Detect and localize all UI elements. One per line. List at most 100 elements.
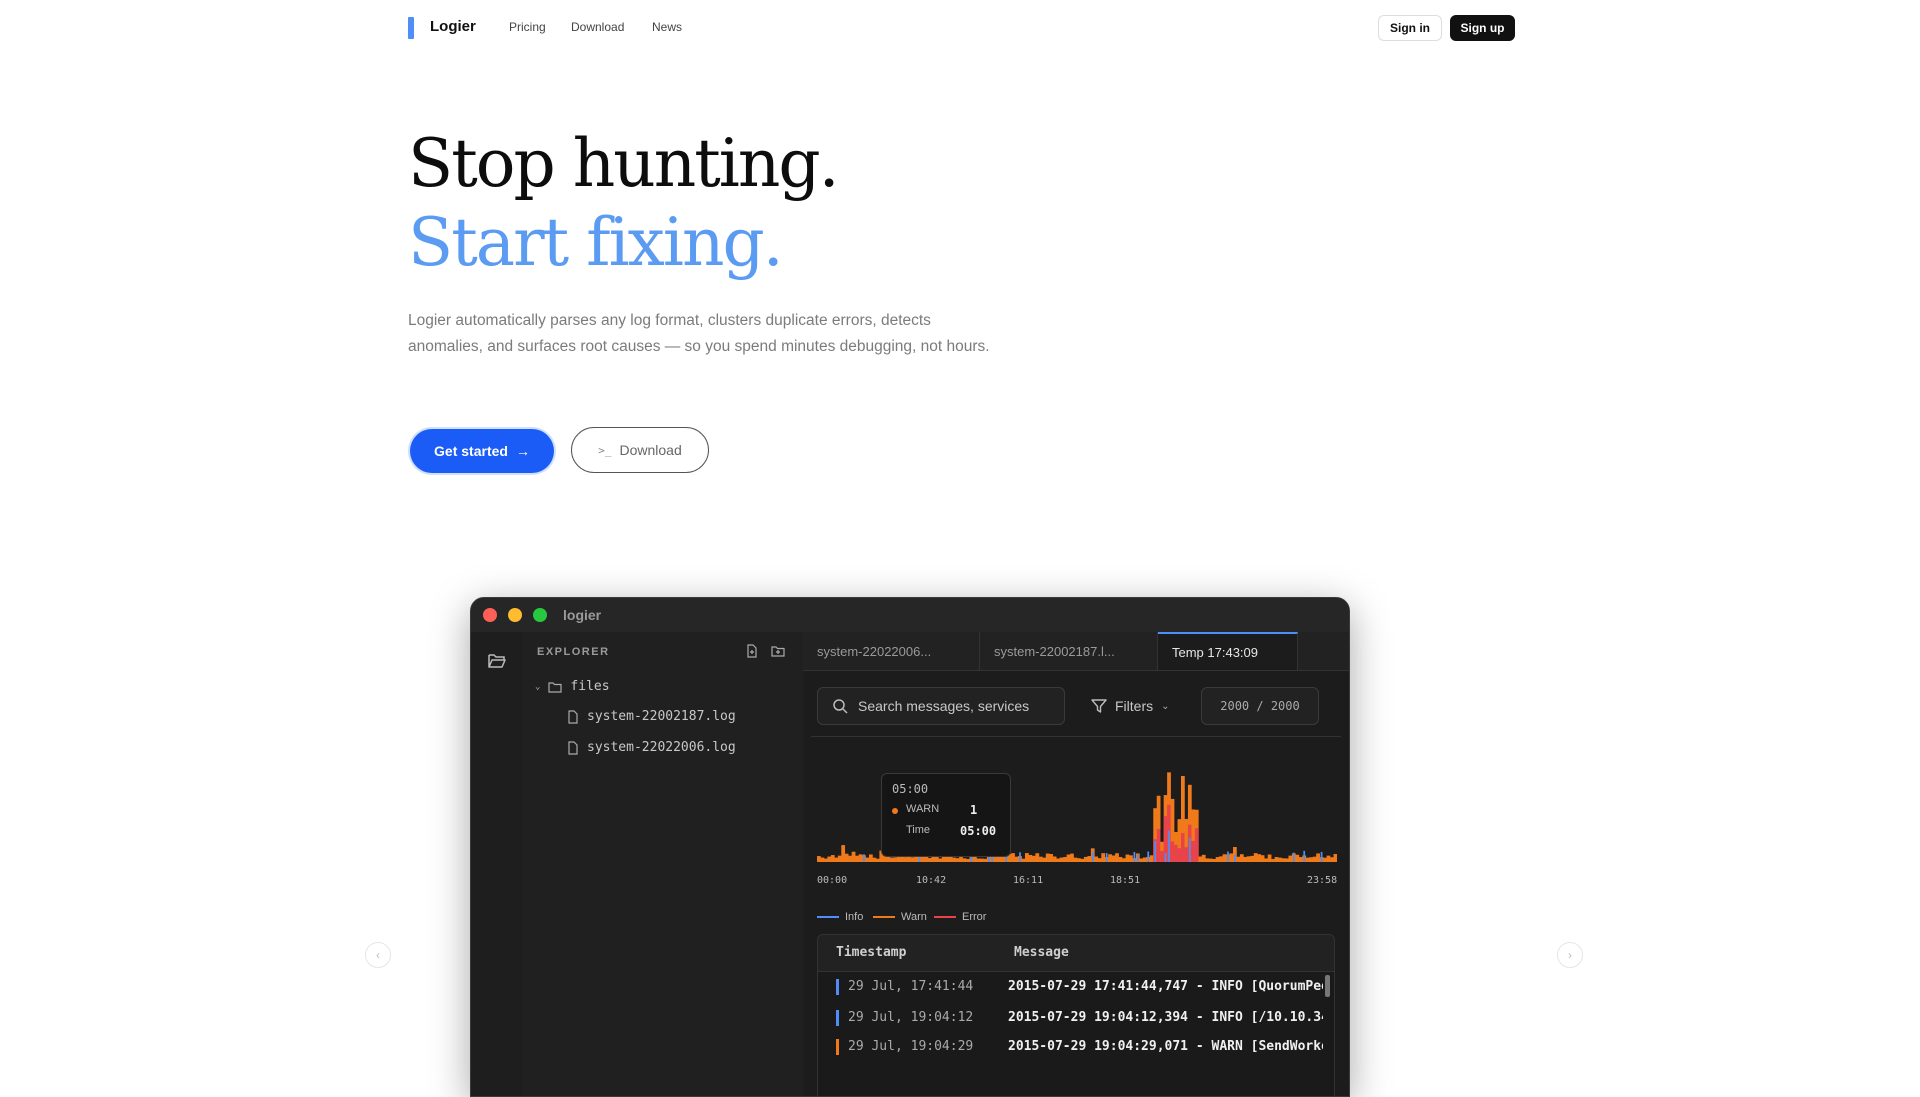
folder-open-icon[interactable] xyxy=(487,652,507,670)
tree-file-item[interactable]: system-22002187.log xyxy=(567,709,736,724)
row-message: 2015-07-29 19:04:12,394 - INFO [/10.10.3… xyxy=(1008,1010,1323,1025)
column-header-message[interactable]: Message xyxy=(1014,945,1069,960)
chart-bar-warn xyxy=(1066,854,1071,862)
chart-bar-error xyxy=(1174,844,1178,862)
folder-label: files xyxy=(570,679,610,694)
tooltip-warn-dot xyxy=(892,808,898,814)
chart-bar-warn xyxy=(1118,856,1123,862)
chart-bar-warn xyxy=(1031,855,1036,862)
main-panel: system-22022006... system-22002187.l... … xyxy=(803,632,1349,1096)
chart-bar-warn xyxy=(1243,856,1248,862)
download-button[interactable]: >_ Download xyxy=(571,427,709,473)
sign-in-button[interactable]: Sign in xyxy=(1378,15,1442,41)
chart-bar-warn xyxy=(1080,858,1085,862)
terminal-icon: >_ xyxy=(598,443,612,457)
chart-bar-warn xyxy=(1278,857,1282,862)
new-file-icon[interactable] xyxy=(745,644,759,658)
search-input[interactable]: Search messages, services xyxy=(817,687,1065,725)
chart-bar-warn xyxy=(1264,858,1268,862)
tooltip-time-header: 05:00 xyxy=(892,782,929,796)
chart-bar-warn xyxy=(910,857,915,862)
chart-bar-warn xyxy=(1035,853,1040,862)
carousel-next-button[interactable]: › xyxy=(1557,942,1583,968)
tab-system-22002187[interactable]: system-22002187.l... xyxy=(980,632,1158,670)
x-tick-label: 18:51 xyxy=(1110,875,1141,886)
chart-bar-error xyxy=(1181,833,1185,862)
chart-bar-info xyxy=(1105,853,1108,862)
maximize-window-icon[interactable] xyxy=(533,608,547,622)
table-scrollbar[interactable] xyxy=(1325,975,1330,997)
nav-link-pricing[interactable]: Pricing xyxy=(509,20,546,34)
chart-bar-warn xyxy=(820,857,825,862)
chart-bar-warn xyxy=(1198,856,1203,862)
chart-bar-warn xyxy=(1042,857,1047,862)
log-table: Timestamp Message 29 Jul, 17:41:44 2015-… xyxy=(817,934,1335,1096)
folder-icon xyxy=(548,681,563,693)
chart-bar-warn xyxy=(1077,858,1081,862)
table-row[interactable]: 29 Jul, 19:04:29 2015-07-29 19:04:29,071… xyxy=(818,1032,1334,1062)
tab-system-22022006[interactable]: system-22022006... xyxy=(803,632,980,670)
chart-bar-warn xyxy=(1253,853,1258,862)
chart-bar-warn xyxy=(1115,853,1119,862)
chevron-down-icon: ⌄ xyxy=(1161,700,1170,712)
chart-bar-warn xyxy=(938,858,943,862)
chart-bar-warn xyxy=(1097,858,1102,862)
download-label: Download xyxy=(619,442,682,458)
chart-bar-warn xyxy=(1028,854,1033,862)
x-tick-label: 00:00 xyxy=(817,875,848,886)
row-timestamp: 29 Jul, 17:41:44 xyxy=(848,979,974,994)
chart-bar-warn xyxy=(1149,855,1154,862)
row-message: 2015-07-29 17:41:44,747 - INFO [QuorumPe… xyxy=(1008,979,1323,994)
new-folder-icon[interactable] xyxy=(771,644,785,658)
filter-icon xyxy=(1091,699,1107,713)
chart-bar-warn xyxy=(1305,857,1310,862)
column-header-timestamp[interactable]: Timestamp xyxy=(836,945,906,960)
chart-bar-warn xyxy=(1229,853,1234,862)
legend-item-info[interactable]: Info xyxy=(817,911,863,923)
table-header: Timestamp Message xyxy=(818,935,1334,972)
tooltip-time-label: Time xyxy=(906,824,931,836)
carousel-prev-button[interactable]: ‹ xyxy=(365,942,391,968)
hero-title-line2: Start fixing. xyxy=(408,204,784,281)
tooltip-level: WARN xyxy=(906,803,940,815)
filters-button[interactable]: Filters ⌄ xyxy=(1077,687,1187,725)
table-row[interactable]: 29 Jul, 17:41:44 2015-07-29 17:41:44,747… xyxy=(818,972,1334,1002)
legend-label: Info xyxy=(845,911,864,923)
chart-bar-warn xyxy=(1094,856,1099,862)
brand-name[interactable]: Logier xyxy=(430,18,476,35)
chart-bar-warn xyxy=(855,855,859,862)
hero-description: Logier automatically parses any log form… xyxy=(408,312,990,355)
explorer-panel: EXPLORER ⌄ files system-22002187.log sys… xyxy=(523,632,804,1096)
sign-up-button[interactable]: Sign up xyxy=(1450,15,1515,41)
legend-item-error[interactable]: Error xyxy=(934,911,986,923)
close-window-icon[interactable] xyxy=(483,608,497,622)
nav-link-download[interactable]: Download xyxy=(571,20,624,34)
legend-swatch-info xyxy=(817,916,839,918)
legend-item-warn[interactable]: Warn xyxy=(873,911,927,923)
file-label: system-22002187.log xyxy=(587,709,736,724)
chart-bar-warn xyxy=(827,856,832,862)
chart-bar-warn xyxy=(1281,858,1286,862)
minimize-window-icon[interactable] xyxy=(508,608,522,622)
search-icon xyxy=(833,699,848,714)
table-row[interactable]: 29 Jul, 19:04:12 2015-07-29 19:04:12,394… xyxy=(818,1003,1334,1033)
chart-bar-info xyxy=(1147,851,1150,862)
tree-file-item[interactable]: system-22022006.log xyxy=(567,740,736,755)
chart-bar-warn xyxy=(1052,856,1057,862)
chart-tooltip: 05:00 WARN 1 Time 05:00 xyxy=(881,773,1011,857)
nav-link-news[interactable]: News xyxy=(652,20,682,34)
chart-bar-info xyxy=(1168,830,1170,862)
chart-bar-error xyxy=(1170,841,1175,862)
chart-bar-warn xyxy=(1288,855,1293,862)
chart-bar-info xyxy=(1234,854,1236,862)
tree-folder-files[interactable]: ⌄ files xyxy=(535,679,610,694)
get-started-button[interactable]: Get started → xyxy=(410,429,554,473)
chart-bar-warn xyxy=(1025,853,1029,862)
chart-bar-warn xyxy=(1285,858,1289,862)
chart-bar-warn xyxy=(1246,856,1251,862)
tab-temp[interactable]: Temp 17:43:09 xyxy=(1158,632,1298,670)
chart-bar-warn xyxy=(875,858,880,862)
chart-bar-warn xyxy=(851,851,856,862)
chart-bar-warn xyxy=(1122,858,1126,862)
level-indicator xyxy=(836,979,839,995)
